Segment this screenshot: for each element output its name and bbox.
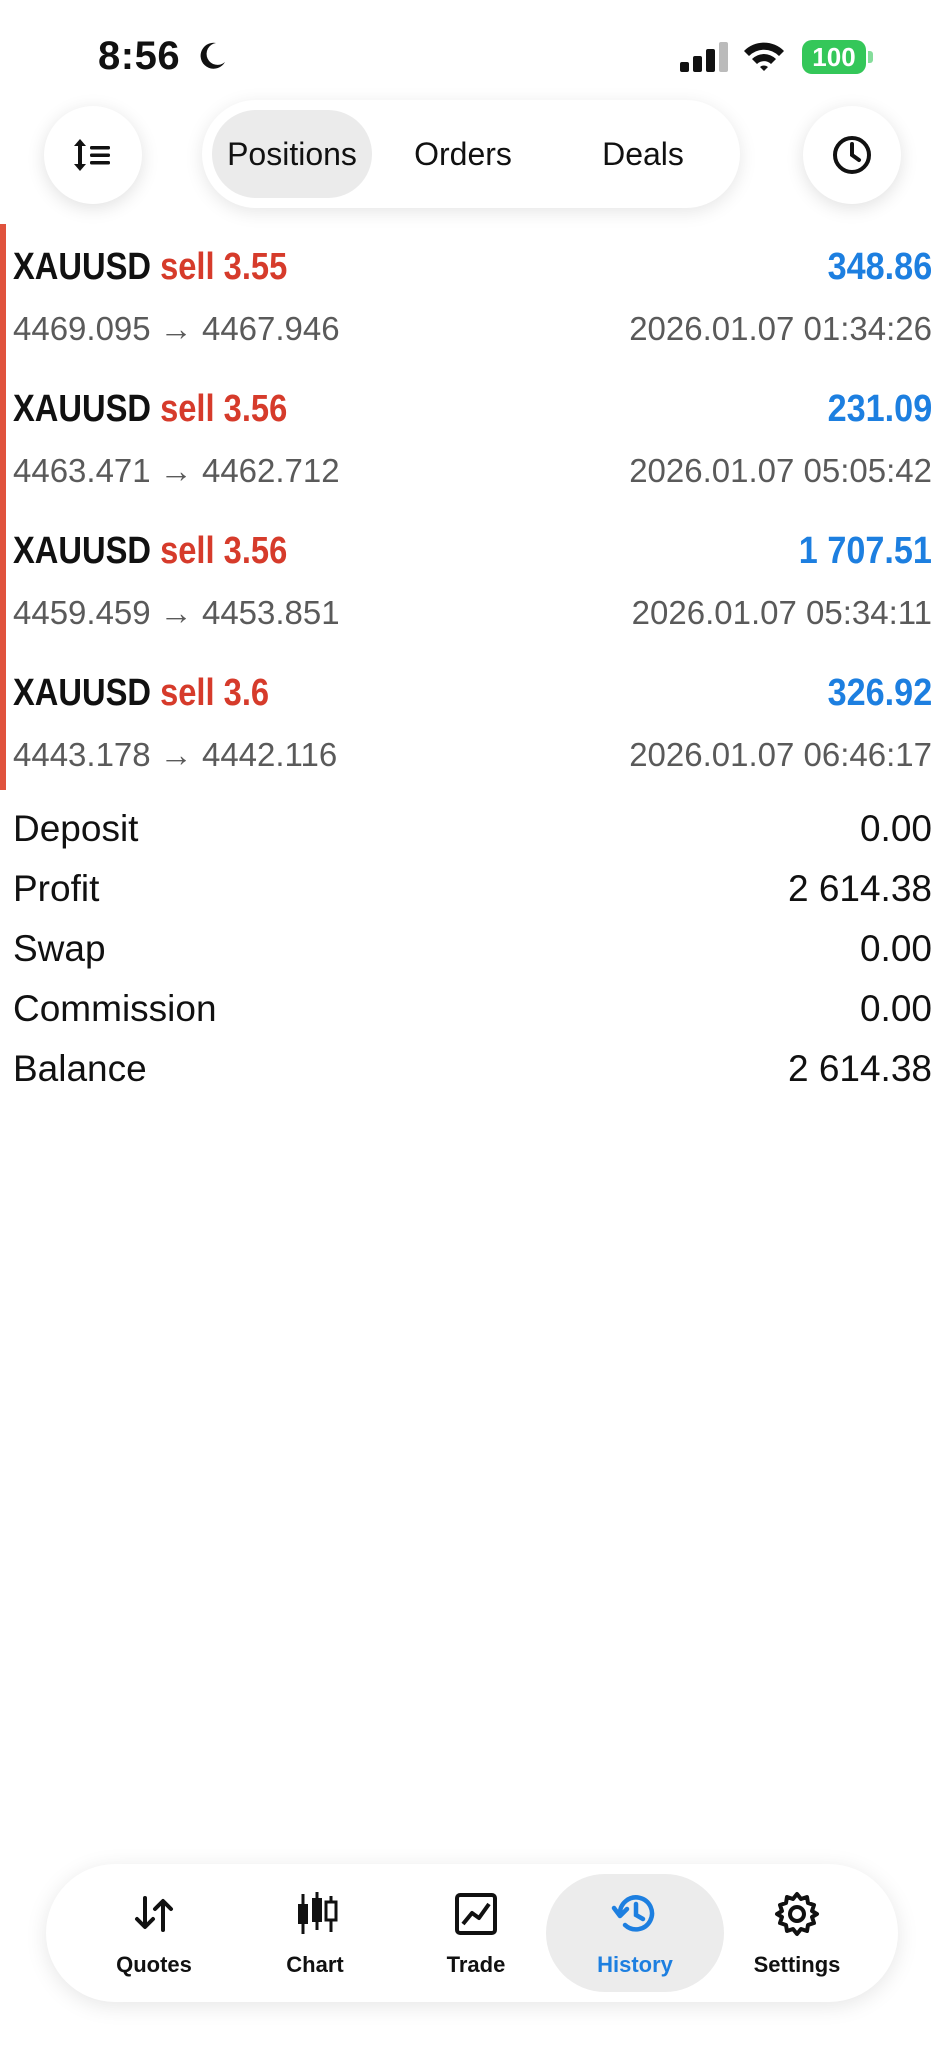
nav-history[interactable]: History [546,1874,724,1992]
nav-trade[interactable]: Trade [396,1864,556,2002]
trade-icon [455,1893,497,1935]
summary-swap: Swap 0.00 [0,920,946,980]
summary-label: Commission [13,988,217,1029]
position-datetime: 2026.01.07 05:34:11 [631,594,932,631]
summary-label: Balance [13,1048,147,1089]
nav-quotes[interactable]: Quotes [74,1864,234,2002]
history-icon [611,1895,655,1932]
nav-label: Trade [446,1952,506,1977]
summary-label: Profit [13,868,100,909]
settings-icon [775,1892,819,1936]
summary-value: 2 614.38 [787,868,932,909]
position-symbol: XAUUSD [13,388,152,430]
summary-label: Deposit [13,808,139,849]
tab-deals[interactable]: Deals [558,110,728,198]
position-side: sell 3.55 [160,246,288,288]
summary-value: 0.00 [859,808,932,849]
summary-value: 2 614.38 [787,1048,932,1089]
summary-profit: Profit 2 614.38 [0,860,946,920]
battery-level: 100 [802,40,866,74]
status-bar: 8:56 100 [0,0,946,110]
tab-orders[interactable]: Orders [378,110,548,198]
position-row[interactable]: XAUUSD sell 3.55 348.86 4469.095 → 4467.… [0,224,946,366]
position-profit: 326.92 [827,672,932,714]
bottom-navigation: Quotes Chart Trade History Settings [46,1864,898,2002]
position-title: XAUUSD sell 3.6 [13,672,269,715]
period-button[interactable] [803,106,901,204]
nav-label: Quotes [116,1952,192,1977]
position-title: XAUUSD sell 3.56 [13,388,287,431]
signal-icon [680,42,728,72]
position-side: sell 3.6 [160,672,270,714]
quotes-icon [135,1896,173,1932]
tab-positions[interactable]: Positions [212,110,372,198]
clock-icon [833,136,871,174]
position-prices: 4459.459 → 4453.851 [13,594,340,631]
position-prices: 4463.471 → 4462.712 [13,452,340,489]
position-datetime: 2026.01.07 06:46:17 [629,736,932,773]
status-time: 8:56 [98,34,181,78]
position-profit: 231.09 [827,388,932,430]
sort-icon [74,139,110,171]
summary-balance: Balance 2 614.38 [0,1040,946,1100]
moon-icon [200,42,225,69]
nav-label: History [597,1952,673,1977]
nav-label: Chart [286,1952,344,1977]
position-profit: 1 707.51 [798,530,932,572]
position-side: sell 3.56 [160,530,288,572]
nav-chart[interactable]: Chart [235,1864,395,2002]
position-title: XAUUSD sell 3.56 [13,530,287,573]
summary-label: Swap [13,928,106,969]
position-row[interactable]: XAUUSD sell 3.56 1 707.51 4459.459 → 445… [0,508,946,650]
summary-value: 0.00 [859,988,932,1029]
wifi-icon [744,42,784,71]
position-prices: 4443.178 → 4442.116 [13,736,338,773]
position-symbol: XAUUSD [13,530,152,572]
position-profit: 348.86 [827,246,932,288]
view-tabs: Positions Orders Deals [202,100,740,208]
position-row[interactable]: XAUUSD sell 3.56 231.09 4463.471 → 4462.… [0,366,946,508]
position-prices: 4469.095 → 4467.946 [13,310,340,347]
sort-button[interactable] [44,106,142,204]
position-symbol: XAUUSD [13,246,152,288]
battery-icon: 100 [802,40,874,74]
position-datetime: 2026.01.07 05:05:42 [629,452,932,489]
summary-deposit: Deposit 0.00 [0,800,946,860]
chart-icon [298,1892,338,1934]
nav-settings[interactable]: Settings [717,1864,877,2002]
position-title: XAUUSD sell 3.55 [13,246,287,289]
position-side: sell 3.56 [160,388,288,430]
position-row[interactable]: XAUUSD sell 3.6 326.92 4443.178 → 4442.1… [0,650,946,792]
nav-label: Settings [753,1952,841,1977]
position-symbol: XAUUSD [13,672,152,714]
summary-commission: Commission 0.00 [0,980,946,1040]
summary-value: 0.00 [859,928,932,969]
position-datetime: 2026.01.07 01:34:26 [629,310,932,347]
